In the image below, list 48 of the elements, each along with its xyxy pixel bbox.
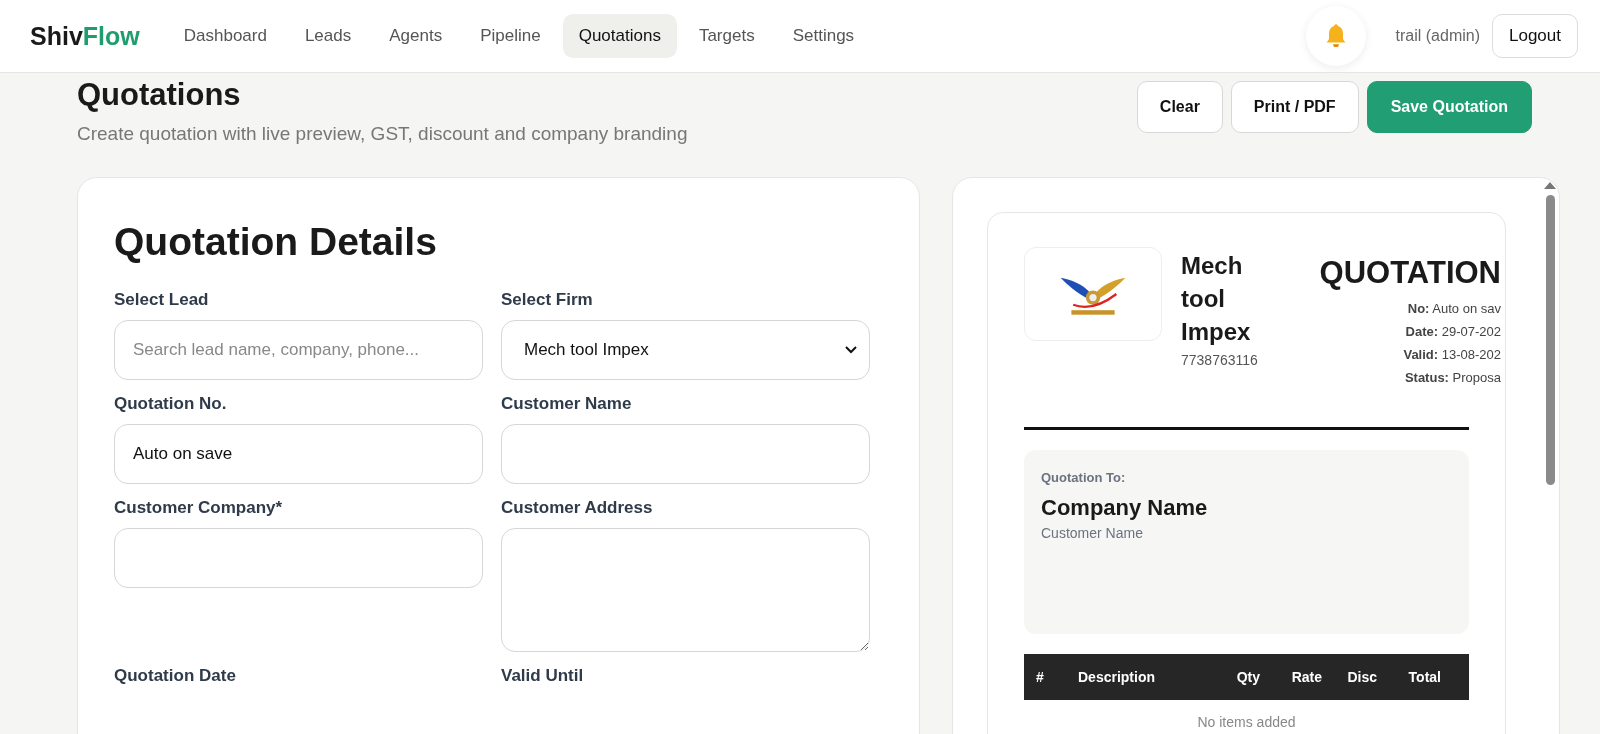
page-subtitle: Create quotation with live preview, GST, discount and company branding	[77, 123, 688, 145]
field-label: Quotation Date	[114, 666, 237, 686]
meta-line: Status: Proposa	[1403, 369, 1501, 387]
column-header: Qty	[1235, 669, 1260, 685]
brand-logo-text-accent: Flow	[82, 21, 140, 50]
input-field[interactable]	[114, 528, 483, 588]
brand-logo-text: Shiv	[30, 21, 83, 50]
column-header: #	[1036, 669, 1045, 685]
field-label: Select Firm	[501, 290, 594, 310]
select-field[interactable]: Mech tool Impex	[501, 320, 870, 380]
empty-message: No items added	[1196, 714, 1297, 730]
field-label: Valid Until	[501, 666, 585, 686]
company-name: Mech tool Impex	[1181, 251, 1252, 347]
field-label: Quotation No.	[114, 394, 228, 414]
textarea-field[interactable]	[501, 528, 870, 652]
meta-line: No: Auto on sav	[1406, 300, 1501, 318]
field-label: Select Lead	[114, 290, 210, 310]
form-title: Quotation Details	[114, 220, 438, 264]
nav-tab[interactable]: Quotations	[562, 14, 677, 58]
input-field[interactable]: Search lead name, company, phone...	[114, 320, 483, 380]
logout-button[interactable]: Logout	[1492, 14, 1578, 58]
action-button[interactable]: Print / PDF	[1230, 81, 1359, 133]
chevron-down-icon	[845, 346, 857, 354]
field-label: Customer Name	[501, 394, 633, 414]
nav-tab[interactable]: Targets	[682, 14, 771, 58]
recipient-customer: Customer Name	[1041, 525, 1144, 541]
meta-line: Date: 29-07-202	[1404, 323, 1501, 341]
action-button[interactable]: Clear	[1136, 81, 1223, 133]
column-header: Rate	[1290, 669, 1322, 685]
input-field[interactable]: Auto on save	[114, 424, 483, 484]
recipient-label: Quotation To:	[1041, 470, 1127, 485]
user-label: trail (admin)	[1395, 27, 1480, 45]
column-header: Total	[1407, 669, 1441, 685]
page-title: Quotations	[77, 77, 242, 113]
input-field[interactable]	[501, 424, 870, 484]
field-label: Customer Company*	[114, 498, 284, 518]
meta-line: Valid: 13-08-202	[1402, 346, 1501, 364]
column-header: Disc	[1346, 669, 1377, 685]
document-title: QUOTATION	[1318, 255, 1501, 291]
nav-tab[interactable]: Agents	[373, 14, 459, 58]
nav-tab[interactable]: Dashboard	[167, 14, 283, 58]
field-label: Customer Address	[501, 498, 654, 518]
nav-tab[interactable]: Pipeline	[464, 14, 557, 58]
nav-tab[interactable]: Leads	[288, 14, 368, 58]
company-phone: 7738763116	[1181, 351, 1258, 370]
recipient-company: Company Name	[1041, 495, 1209, 521]
nav-tab[interactable]: Settings	[776, 14, 871, 58]
column-header: Description	[1078, 669, 1156, 685]
